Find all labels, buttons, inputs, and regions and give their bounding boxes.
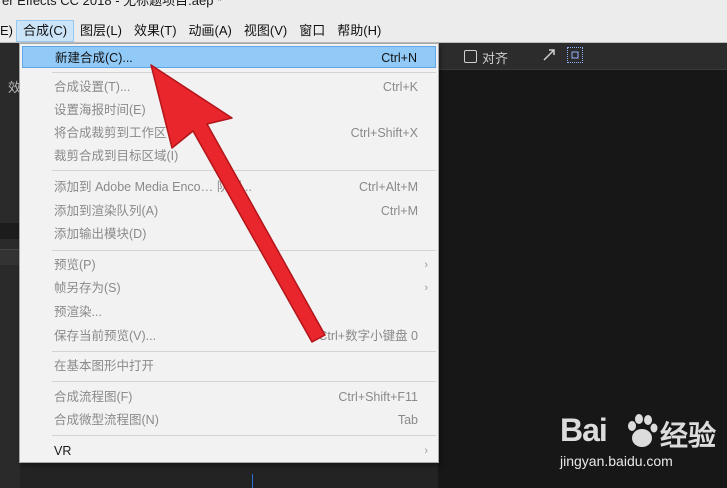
menu-view[interactable]: 视图(V) xyxy=(238,20,293,42)
menu-separator xyxy=(52,72,436,73)
menu-item-preview[interactable]: 预览(P) › xyxy=(22,254,436,276)
menu-bar: E) 合成(C) 图层(L) 效果(T) 动画(A) 视图(V) 窗口 帮助(H… xyxy=(0,19,727,43)
menu-item-label: VR xyxy=(54,444,72,458)
menu-item-shortcut: Ctrl+Shift+X xyxy=(350,126,418,140)
menu-item-shortcut: Ctrl+K xyxy=(382,80,418,94)
menu-edit[interactable]: E) xyxy=(0,20,16,42)
menu-effect[interactable]: 效果(T) xyxy=(128,20,183,42)
menu-item-label: 添加到 Adobe Media Enco… 队列... xyxy=(54,180,252,194)
menu-item-label: 添加到渲染队列(A) xyxy=(54,204,159,218)
left-panel: 效 xyxy=(0,43,21,488)
menu-separator xyxy=(52,351,436,352)
menu-separator xyxy=(52,250,436,251)
align-label: 对齐 xyxy=(482,51,509,66)
menu-item-mini-flowchart[interactable]: 合成微型流程图(N) Tab xyxy=(22,409,436,431)
menu-item-label: 合成流程图(F) xyxy=(54,390,133,404)
menu-item-label: 帧另存为(S) xyxy=(54,281,121,295)
menu-item-shortcut: Ctrl+Shift+F11 xyxy=(338,390,418,404)
menu-item-save-current-preview[interactable]: 保存当前预览(V)... Ctrl+数字小键盘 0 xyxy=(22,325,436,347)
menu-item-label: 将合成裁剪到工作区 xyxy=(54,126,167,140)
watermark-site: jingyan.baidu.com xyxy=(560,453,673,469)
composition-menu: 新建合成(C)... Ctrl+N 合成设置(T)... Ctrl+K 设置海报… xyxy=(19,43,439,463)
menu-item-save-frame-as[interactable]: 帧另存为(S) › xyxy=(22,277,436,299)
window-title: er Effects CC 2018 - 无标题项目.aep * xyxy=(2,0,223,8)
align-checkbox[interactable] xyxy=(464,50,477,63)
menu-item-add-to-render-queue[interactable]: 添加到渲染队列(A) Ctrl+M xyxy=(22,200,436,222)
timeline-indicator xyxy=(252,474,253,488)
menu-layer[interactable]: 图层(L) xyxy=(74,20,128,42)
menu-item-shortcut: Ctrl+数字小键盘 0 xyxy=(318,329,418,343)
baidu-watermark: Bai 经验 jingyan.baidu.com xyxy=(560,412,720,484)
panel-divider xyxy=(0,223,20,239)
menu-item-label: 新建合成(C)... xyxy=(55,51,133,65)
panel-tab-strip[interactable] xyxy=(0,249,20,265)
menu-composition[interactable]: 合成(C) xyxy=(16,19,75,42)
menu-item-label: 预渲染... xyxy=(54,305,102,319)
menu-item-add-output-module[interactable]: 添加输出模块(D) xyxy=(22,223,436,245)
menu-help[interactable]: 帮助(H) xyxy=(331,20,387,42)
menu-item-shortcut: Tab xyxy=(397,413,418,427)
menu-separator xyxy=(52,381,436,382)
menu-item-composition-settings[interactable]: 合成设置(T)... Ctrl+K xyxy=(22,76,436,98)
menu-animation[interactable]: 动画(A) xyxy=(183,20,238,42)
watermark-logo: Bai xyxy=(560,412,608,449)
menu-item-composition-flowchart[interactable]: 合成流程图(F) Ctrl+Shift+F11 xyxy=(22,386,436,408)
menu-item-label: 预览(P) xyxy=(54,258,96,272)
timeline-area xyxy=(20,462,438,488)
submenu-arrow-icon: › xyxy=(424,282,428,294)
menu-item-add-to-media-encoder[interactable]: 添加到 Adobe Media Enco… 队列... Ctrl+Alt+M xyxy=(22,176,436,198)
menu-item-crop-to-region[interactable]: 裁剪合成到目标区域(I) xyxy=(22,145,436,167)
menu-item-set-poster-time[interactable]: 设置海报时间(E) xyxy=(22,99,436,121)
menu-item-shortcut: Ctrl+Alt+M xyxy=(358,180,418,194)
menu-item-label: 添加输出模块(D) xyxy=(54,227,147,241)
menu-item-label: 合成设置(T)... xyxy=(54,80,131,94)
menu-item-shortcut: Ctrl+N xyxy=(381,51,417,65)
menu-item-shortcut: Ctrl+M xyxy=(380,204,418,218)
snap-arrow-icon[interactable] xyxy=(541,47,557,63)
window-title-bar: er Effects CC 2018 - 无标题项目.aep * xyxy=(0,0,727,19)
menu-item-label: 保存当前预览(V)... xyxy=(54,329,157,343)
submenu-arrow-icon: › xyxy=(424,259,428,271)
menu-item-pre-render[interactable]: 预渲染... xyxy=(22,301,436,323)
menu-item-open-essential-graphics[interactable]: 在基本图形中打开 xyxy=(22,355,436,377)
menu-item-vr[interactable]: VR › xyxy=(22,440,436,462)
menu-item-label: 合成微型流程图(N) xyxy=(54,413,159,427)
submenu-arrow-icon: › xyxy=(424,445,428,457)
menu-item-label: 在基本图形中打开 xyxy=(54,359,155,373)
menu-window[interactable]: 窗口 xyxy=(293,20,331,42)
menu-separator xyxy=(52,435,436,436)
fit-frame-icon[interactable] xyxy=(567,47,583,63)
menu-item-label: 裁剪合成到目标区域(I) xyxy=(54,149,179,163)
menu-item-trim-to-work-area[interactable]: 将合成裁剪到工作区 Ctrl+Shift+X xyxy=(22,122,436,144)
menu-item-label: 设置海报时间(E) xyxy=(54,103,146,117)
paw-icon xyxy=(628,414,658,447)
watermark-logo-text: Bai xyxy=(560,412,608,448)
watermark-logo-text-2: 经验 xyxy=(660,420,717,451)
menu-separator xyxy=(52,170,436,171)
menu-item-new-composition[interactable]: 新建合成(C)... Ctrl+N xyxy=(22,46,436,68)
